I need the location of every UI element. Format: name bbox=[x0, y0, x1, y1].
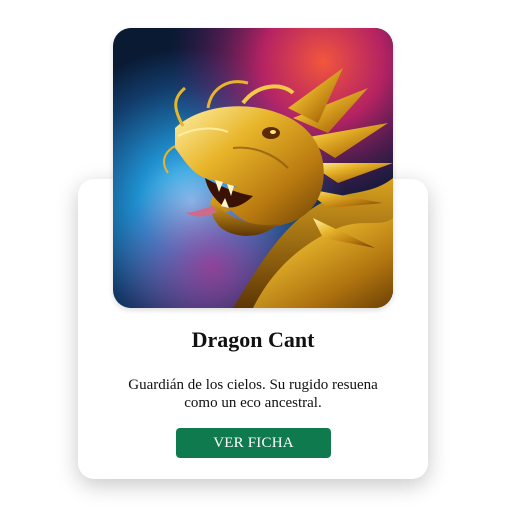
page: Dragon Cant Guardián de los cielos. Su r… bbox=[0, 0, 507, 523]
card-description: Guardián de los cielos. Su rugido resuen… bbox=[128, 377, 378, 411]
card-title: Dragon Cant bbox=[191, 327, 315, 352]
dragon-image bbox=[113, 28, 393, 308]
view-sheet-button[interactable]: VER FICHA bbox=[176, 428, 331, 458]
